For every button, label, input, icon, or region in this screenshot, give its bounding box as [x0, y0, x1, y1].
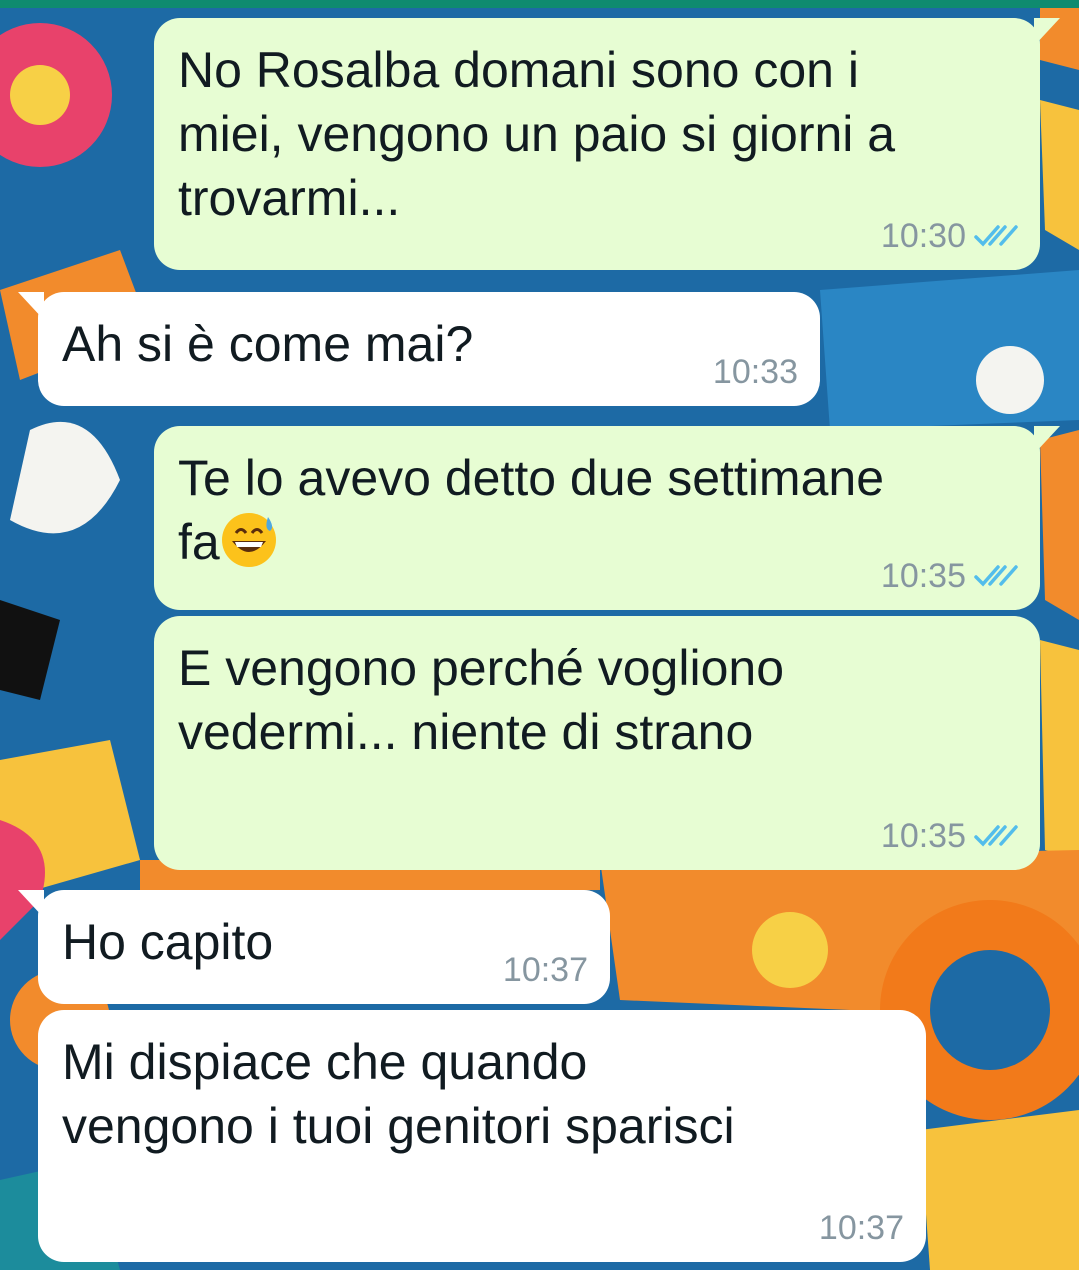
double-check-read-icon: [974, 225, 1018, 247]
message-meta: 10:35: [881, 556, 1018, 596]
message-meta: 10:30: [881, 216, 1018, 256]
double-check-read-icon: [974, 565, 1018, 587]
double-check-read-icon: [974, 825, 1018, 847]
message-bubble-outgoing[interactable]: Te lo avevo detto due settimane fa 10:35: [154, 426, 1060, 610]
message-bubble-incoming[interactable]: Ho capito 10:37: [18, 890, 610, 1004]
message-time: 10:30: [880, 217, 966, 255]
message-text: Mi dispiace che quando vengono i tuoi ge…: [62, 1034, 735, 1154]
message-bubble-outgoing[interactable]: No Rosalba domani sono con i miei, vengo…: [154, 18, 1060, 270]
message-time: 10:35: [880, 817, 966, 855]
message-meta: 10:37: [819, 1208, 904, 1248]
message-text: Ah si è come mai?: [62, 316, 474, 372]
bubble-tail: [18, 890, 44, 918]
message-text: Te lo avevo detto due settimane fa: [178, 446, 1016, 574]
message-meta: 10:33: [713, 352, 798, 392]
message-time: 10:37: [502, 951, 588, 989]
message-bubble-incoming[interactable]: Mi dispiace che quando vengono i tuoi ge…: [38, 1010, 926, 1262]
message-text-content: Te lo avevo detto due settimane fa: [178, 450, 885, 570]
message-time: 10:33: [712, 353, 798, 391]
bubble-tail: [1034, 426, 1060, 454]
grinning-face-with-sweat-emoji: [221, 513, 276, 567]
bubble-tail: [18, 292, 44, 320]
message-meta: 10:35: [881, 816, 1018, 856]
message-meta: 10:37: [503, 950, 588, 990]
message-time: 10:35: [880, 557, 966, 595]
message-text: E vengono perché vogliono vedermi... nie…: [178, 640, 785, 760]
message-bubble-incoming[interactable]: Ah si è come mai? 10:33: [18, 292, 820, 406]
message-bubble-outgoing[interactable]: E vengono perché vogliono vedermi... nie…: [154, 616, 1040, 870]
bubble-tail: [1034, 18, 1060, 46]
message-text: No Rosalba domani sono con i miei, vengo…: [178, 42, 896, 226]
message-time: 10:37: [818, 1209, 904, 1247]
